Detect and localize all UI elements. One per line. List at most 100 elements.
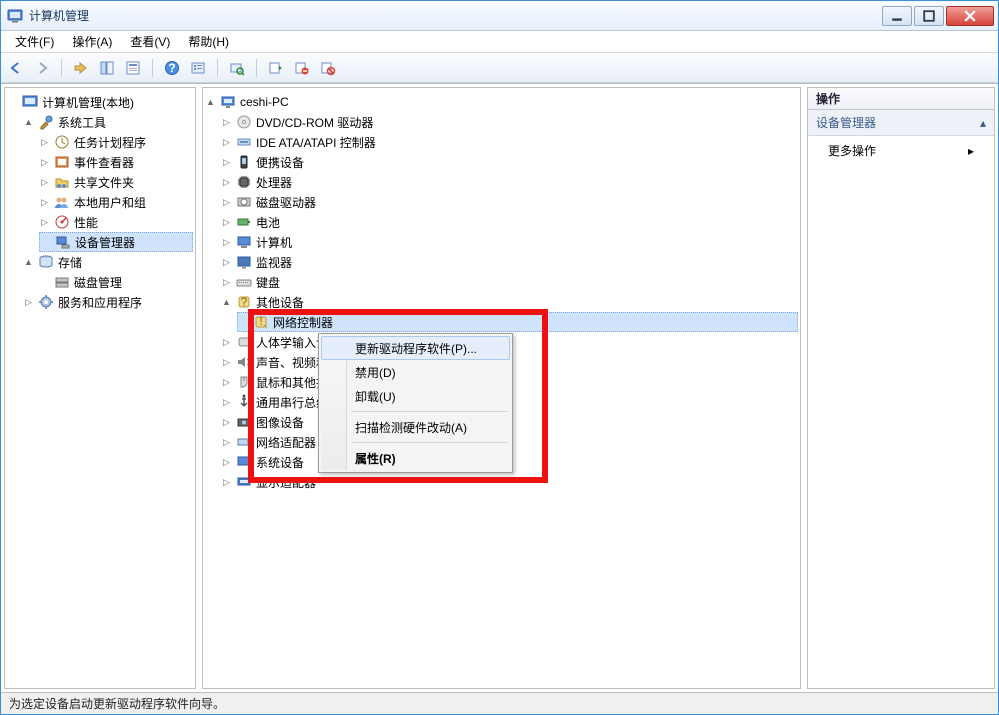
tree-label: 系统工具 xyxy=(58,114,106,131)
device-disk-drives[interactable]: ▷ 磁盘驱动器 xyxy=(221,192,798,212)
collapse-icon[interactable]: ▲ xyxy=(23,257,34,268)
menu-view[interactable]: 查看(V) xyxy=(122,31,178,52)
keyboard-icon xyxy=(236,274,252,290)
device-computer[interactable]: ▷计算机 xyxy=(221,232,798,252)
disk-management-icon xyxy=(54,274,70,290)
actions-panel: 操作 设备管理器 ▴ 更多操作 ▸ xyxy=(807,87,995,689)
device-other-devices[interactable]: ▲?其他设备 xyxy=(221,292,798,312)
clock-icon xyxy=(54,134,70,150)
console-tree[interactable]: ▶ 计算机管理(本地) ▲ 系统工具 ▷任务计划程序 ▷ 事件查看器 xyxy=(4,87,196,689)
expand-icon[interactable]: ▷ xyxy=(221,277,232,288)
device-battery[interactable]: ▷ 电池 xyxy=(221,212,798,232)
expand-icon[interactable]: ▷ xyxy=(221,477,232,488)
menu-file[interactable]: 文件(F) xyxy=(7,31,62,52)
expand-icon[interactable]: ▷ xyxy=(221,197,232,208)
tree-services-apps[interactable]: ▷ 服务和应用程序 xyxy=(23,292,193,312)
tree-disk-management[interactable]: ▷磁盘管理 xyxy=(39,272,193,292)
collapse-icon[interactable]: ▲ xyxy=(205,97,216,108)
disable-button[interactable] xyxy=(317,57,339,79)
device-network-controller[interactable]: ▷!网络控制器 xyxy=(237,312,798,332)
ctx-uninstall[interactable]: 卸载(U) xyxy=(321,384,510,408)
expand-icon[interactable]: ▷ xyxy=(221,457,232,468)
actions-more[interactable]: 更多操作 ▸ xyxy=(808,136,994,165)
expand-icon[interactable]: ▷ xyxy=(39,197,50,208)
device-keyboard[interactable]: ▷键盘 xyxy=(221,272,798,292)
ctx-properties[interactable]: 属性(R) xyxy=(321,446,510,470)
tree-label: 处理器 xyxy=(256,174,292,191)
expand-icon[interactable]: ▷ xyxy=(221,217,232,228)
view-button[interactable] xyxy=(187,57,209,79)
expand-icon[interactable]: ▷ xyxy=(221,357,232,368)
device-processor[interactable]: ▷ 处理器 xyxy=(221,172,798,192)
expand-icon[interactable]: ▷ xyxy=(221,377,232,388)
app-icon xyxy=(7,8,23,24)
expand-icon[interactable]: ▷ xyxy=(221,337,232,348)
actions-section-device-manager[interactable]: 设备管理器 ▴ xyxy=(808,110,994,136)
expand-icon[interactable]: ▷ xyxy=(221,237,232,248)
expand-icon[interactable]: ▷ xyxy=(221,437,232,448)
scan-hardware-button[interactable] xyxy=(226,57,248,79)
show-hide-tree-button[interactable] xyxy=(96,57,118,79)
ide-controller-icon xyxy=(236,134,252,150)
tree-label: 事件查看器 xyxy=(74,154,134,171)
expand-icon[interactable]: ▷ xyxy=(39,217,50,228)
ctx-disable[interactable]: 禁用(D) xyxy=(321,360,510,384)
collapse-icon[interactable]: ▲ xyxy=(221,297,232,308)
shared-folder-icon xyxy=(54,174,70,190)
update-driver-button[interactable] xyxy=(265,57,287,79)
svg-text:!: ! xyxy=(259,314,262,328)
expand-icon[interactable]: ▷ xyxy=(221,417,232,428)
help-button[interactable]: ? xyxy=(161,57,183,79)
tree-root[interactable]: ▶ 计算机管理(本地) xyxy=(7,92,193,112)
tree-performance[interactable]: ▷性能 xyxy=(39,212,193,232)
expand-icon[interactable]: ▷ xyxy=(221,177,232,188)
sound-icon xyxy=(236,354,252,370)
menu-action[interactable]: 操作(A) xyxy=(64,31,120,52)
expand-icon[interactable]: ▷ xyxy=(39,157,50,168)
device-portable[interactable]: ▷便携设备 xyxy=(221,152,798,172)
device-monitor[interactable]: ▷监视器 xyxy=(221,252,798,272)
context-menu: 更新驱动程序软件(P)... 禁用(D) 卸载(U) 扫描检测硬件改动(A) 属… xyxy=(318,333,513,473)
collapse-icon[interactable]: ▲ xyxy=(23,117,34,128)
tree-task-scheduler[interactable]: ▷任务计划程序 xyxy=(39,132,193,152)
close-button[interactable] xyxy=(946,6,994,26)
collapse-icon: ▴ xyxy=(980,116,986,130)
tree-shared-folders[interactable]: ▷共享文件夹 xyxy=(39,172,193,192)
window-controls xyxy=(882,6,994,26)
menu-bar: 文件(F) 操作(A) 查看(V) 帮助(H) xyxy=(1,31,998,53)
device-dvd[interactable]: ▷DVD/CD-ROM 驱动器 xyxy=(221,112,798,132)
expand-icon[interactable]: ▷ xyxy=(39,177,50,188)
tree-label: 电池 xyxy=(256,214,280,231)
expand-icon[interactable]: ▷ xyxy=(221,257,232,268)
device-ide[interactable]: ▷IDE ATA/ATAPI 控制器 xyxy=(221,132,798,152)
ctx-scan-hardware[interactable]: 扫描检测硬件改动(A) xyxy=(321,415,510,439)
tree-storage[interactable]: ▲ 存储 xyxy=(23,252,193,272)
performance-icon xyxy=(54,214,70,230)
menu-help[interactable]: 帮助(H) xyxy=(180,31,237,52)
tree-system-tools[interactable]: ▲ 系统工具 xyxy=(23,112,193,132)
device-manager-icon xyxy=(55,234,71,250)
tree-label: 计算机管理(本地) xyxy=(42,94,134,111)
tree-label: 磁盘驱动器 xyxy=(256,194,316,211)
back-button[interactable] xyxy=(5,57,27,79)
minimize-button[interactable] xyxy=(882,6,912,26)
tree-label: 其他设备 xyxy=(256,294,304,311)
expand-icon[interactable]: ▷ xyxy=(221,397,232,408)
expand-icon[interactable]: ▷ xyxy=(221,117,232,128)
tree-local-users[interactable]: ▷本地用户和组 xyxy=(39,192,193,212)
ctx-update-driver[interactable]: 更新驱动程序软件(P)... xyxy=(321,336,510,360)
device-display[interactable]: ▷显示适配器 xyxy=(221,472,798,492)
chevron-right-icon: ▸ xyxy=(968,144,974,158)
maximize-button[interactable] xyxy=(914,6,944,26)
up-button[interactable] xyxy=(70,57,92,79)
properties-button[interactable] xyxy=(122,57,144,79)
uninstall-button[interactable] xyxy=(291,57,313,79)
forward-button[interactable] xyxy=(31,57,53,79)
tree-event-viewer[interactable]: ▷ 事件查看器 xyxy=(39,152,193,172)
expand-icon[interactable]: ▷ xyxy=(221,137,232,148)
expand-icon[interactable]: ▷ xyxy=(39,137,50,148)
tree-device-manager[interactable]: ▷设备管理器 xyxy=(39,232,193,252)
expand-icon[interactable]: ▷ xyxy=(23,297,34,308)
device-root[interactable]: ▲ ceshi-PC xyxy=(205,92,798,112)
expand-icon[interactable]: ▷ xyxy=(221,157,232,168)
